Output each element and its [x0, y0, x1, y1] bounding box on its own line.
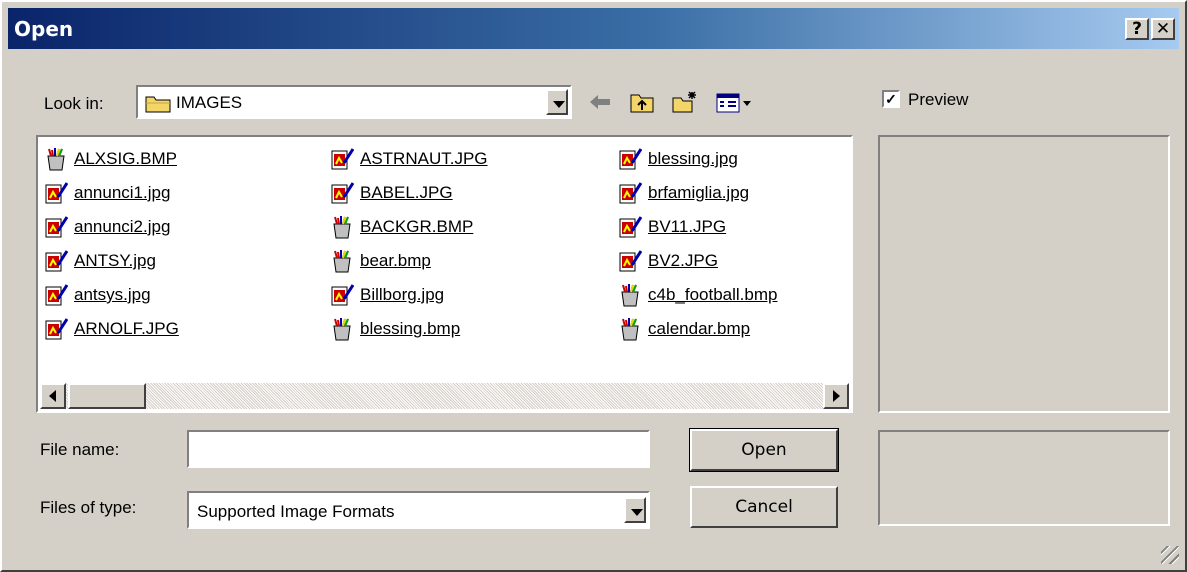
preview-checkbox[interactable]: ✓: [882, 90, 900, 108]
file-name: BV11.JPG: [648, 217, 727, 236]
left-arrow-icon: [49, 390, 56, 402]
window-title: Open: [14, 17, 74, 41]
bitmap-file-icon: [333, 250, 351, 273]
image-file-icon: [331, 182, 354, 204]
files-of-type-select[interactable]: Supported Image Formats: [187, 491, 650, 529]
preview-info-pane: [878, 430, 1170, 526]
help-button[interactable]: ?: [1125, 18, 1149, 40]
image-file-icon: [45, 182, 68, 204]
new-folder-icon[interactable]: [670, 90, 698, 114]
look-in-value: IMAGES: [176, 93, 243, 112]
image-file-icon: [331, 148, 354, 170]
file-list[interactable]: ALXSIG.BMP annunci1.jpg annunci2.jpg ANTSY.…: [36, 135, 853, 413]
file-name: c4b_football.bmp: [648, 285, 778, 304]
file-name: BACKGR.BMP: [360, 217, 474, 236]
file-name: bear.bmp: [360, 251, 431, 270]
title-bar[interactable]: Open ? ✕: [8, 8, 1179, 49]
file-name: blessing.bmp: [360, 319, 461, 338]
file-name-input[interactable]: [187, 430, 650, 468]
files-of-type-value: Supported Image Formats: [197, 502, 395, 521]
open-dialog: Open ? ✕ Look in: IMAGES ✓ Preview ALXSI…: [0, 0, 1187, 572]
bitmap-file-icon: [333, 318, 351, 341]
image-file-icon: [619, 182, 642, 204]
image-file-icon: [45, 318, 68, 340]
open-button[interactable]: Open: [689, 428, 839, 472]
image-file-icon: [619, 216, 642, 238]
file-name: brfamiglia.jpg: [648, 183, 750, 202]
file-name: annunci1.jpg: [74, 183, 171, 202]
scroll-thumb[interactable]: [68, 383, 146, 409]
image-file-icon: [619, 148, 642, 170]
bitmap-file-icon: [621, 318, 639, 341]
look-in-dropdown-button[interactable]: [546, 89, 568, 115]
file-name: antsys.jpg: [74, 285, 151, 304]
file-name: BV2.JPG: [648, 251, 718, 270]
file-name-label: File name:: [40, 440, 120, 459]
file-name: blessing.jpg: [648, 149, 738, 168]
image-file-icon: [45, 284, 68, 306]
image-file-icon: [45, 216, 68, 238]
file-name: BABEL.JPG: [360, 183, 453, 202]
file-name: ALXSIG.BMP: [74, 149, 177, 168]
file-name: ASTRNAUT.JPG: [360, 149, 488, 168]
folder-icon: [145, 96, 171, 113]
files-of-type-label: Files of type:: [40, 498, 137, 517]
cancel-button[interactable]: Cancel: [690, 486, 838, 528]
view-menu-icon[interactable]: [714, 90, 754, 114]
file-name: ANTSY.jpg: [74, 251, 156, 270]
file-name: annunci2.jpg: [74, 217, 171, 236]
scroll-right-button[interactable]: [823, 383, 849, 409]
close-button[interactable]: ✕: [1151, 18, 1175, 40]
resize-grip[interactable]: [1161, 546, 1179, 564]
image-file-icon: [45, 250, 68, 272]
scroll-left-button[interactable]: [40, 383, 66, 409]
right-arrow-icon: [833, 390, 840, 402]
files-of-type-dropdown-button[interactable]: [624, 497, 646, 523]
back-arrow-icon[interactable]: [586, 90, 614, 114]
bitmap-file-icon: [47, 148, 65, 171]
look-in-label: Look in:: [44, 94, 104, 113]
up-folder-icon[interactable]: [628, 90, 656, 114]
horizontal-scrollbar[interactable]: [40, 383, 849, 409]
image-file-icon: [331, 284, 354, 306]
bitmap-file-icon: [333, 216, 351, 239]
file-name: ARNOLF.JPG: [74, 319, 179, 338]
preview-pane: [878, 135, 1170, 413]
preview-label: Preview: [908, 90, 969, 109]
file-name: calendar.bmp: [648, 319, 751, 338]
image-file-icon: [619, 250, 642, 272]
look-in-combo[interactable]: IMAGES: [136, 85, 572, 119]
bitmap-file-icon: [621, 284, 639, 307]
file-name: Billborg.jpg: [360, 285, 445, 304]
